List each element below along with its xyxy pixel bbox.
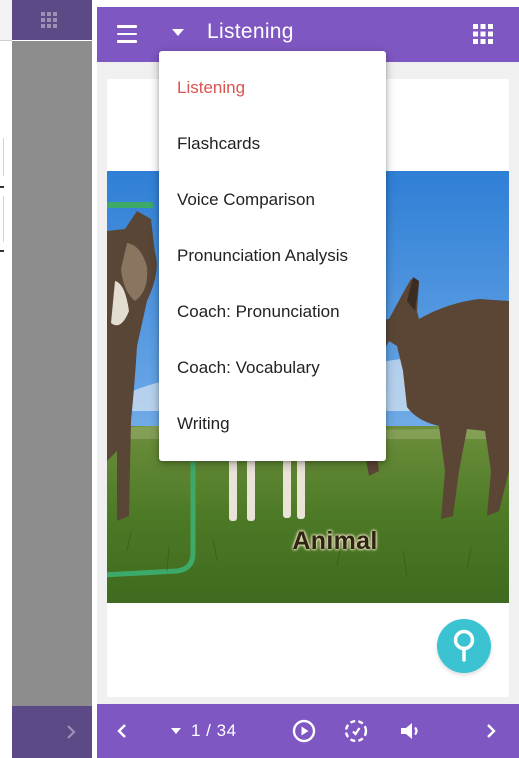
bottom-toolbar: 1 / 34 xyxy=(97,704,519,758)
hint-button[interactable] xyxy=(437,619,491,673)
menu-item-writing[interactable]: Writing xyxy=(159,396,386,452)
dropdown-arrow-icon[interactable] xyxy=(172,29,184,36)
play-button[interactable] xyxy=(292,704,316,758)
menu-item-listening[interactable]: Listening xyxy=(159,60,386,116)
dropdown-arrow-icon xyxy=(171,728,181,734)
page-counter: 1 / 34 xyxy=(191,721,237,740)
background-app-scrim xyxy=(12,41,92,706)
menu-item-flashcards[interactable]: Flashcards xyxy=(159,116,386,172)
background-row xyxy=(0,196,4,242)
chevron-left-icon xyxy=(117,724,126,738)
previous-button[interactable] xyxy=(117,704,127,758)
menu-item-voice-comparison[interactable]: Voice Comparison xyxy=(159,172,386,228)
next-button[interactable] xyxy=(486,704,496,758)
page-title[interactable]: Listening xyxy=(207,20,294,44)
play-circle-icon xyxy=(292,719,316,743)
divider xyxy=(0,40,12,41)
background-app xyxy=(0,0,92,758)
menu-icon[interactable] xyxy=(117,25,139,43)
image-caption-text: Animal xyxy=(292,527,378,555)
background-mark xyxy=(0,250,4,252)
menu-item-coach-vocabulary[interactable]: Coach: Vocabulary xyxy=(159,340,386,396)
magnifier-pin-icon xyxy=(453,629,475,662)
menu-item-coach-pronunciation[interactable]: Coach: Pronunciation xyxy=(159,284,386,340)
background-mark xyxy=(0,186,4,188)
grid-icon[interactable] xyxy=(41,12,57,28)
image-caption: Animal xyxy=(107,527,509,556)
chevron-right-icon xyxy=(487,724,496,738)
volume-button[interactable] xyxy=(400,704,422,758)
volume-icon xyxy=(401,723,418,739)
loop-icon xyxy=(344,719,368,743)
background-app-bottombar xyxy=(12,706,92,758)
chevron-right-icon[interactable] xyxy=(66,724,76,740)
loop-button[interactable] xyxy=(343,704,369,758)
page-selector[interactable]: 1 / 34 xyxy=(171,704,237,758)
grid-icon[interactable] xyxy=(473,24,493,44)
background-row xyxy=(0,138,4,176)
menu-item-pronunciation-analysis[interactable]: Pronunciation Analysis xyxy=(159,228,386,284)
mode-dropdown-menu: Listening Flashcards Voice Comparison Pr… xyxy=(159,51,386,461)
